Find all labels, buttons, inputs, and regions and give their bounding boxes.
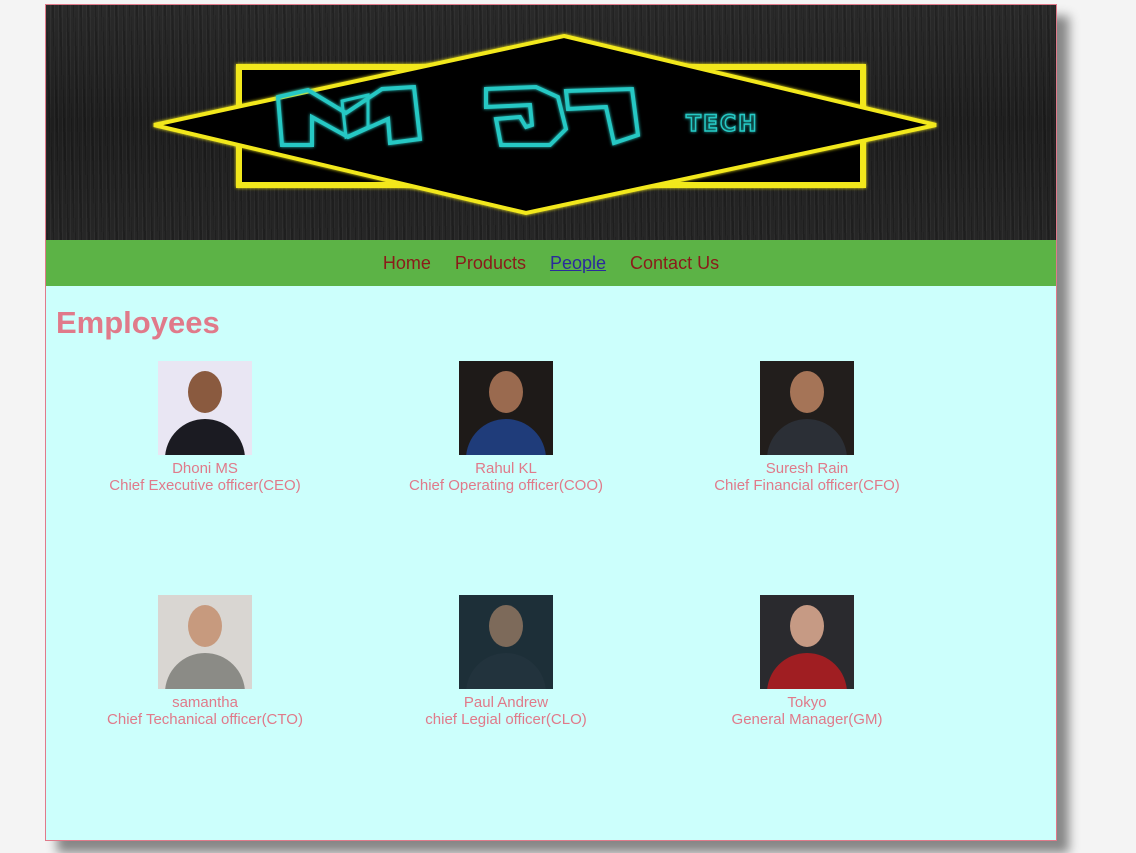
header-banner: TECH [46, 5, 1056, 240]
employee-role: Chief Techanical officer(CTO) [107, 711, 303, 728]
employee-card: Paul Andrew chief Legial officer(CLO) [356, 595, 656, 728]
employee-card: Dhoni MS Chief Executive officer(CEO) [55, 361, 355, 494]
nav-link-home[interactable]: Home [383, 253, 431, 274]
logo-tech-text: TECH [686, 112, 759, 137]
employee-photo [760, 361, 854, 455]
employee-name: samantha [172, 694, 238, 711]
employee-role: chief Legial officer(CLO) [425, 711, 587, 728]
employee-name: Tokyo [787, 694, 827, 711]
page-title: Employees [56, 305, 220, 340]
employee-name: Paul Andrew [463, 694, 549, 711]
main-navbar: Home Products People Contact Us [46, 240, 1056, 286]
nav-link-people[interactable]: People [550, 253, 606, 274]
employee-photo [760, 595, 854, 689]
employee-card: Tokyo General Manager(GM) [657, 595, 957, 728]
company-logo: TECH [153, 33, 937, 216]
employee-photo [158, 595, 252, 689]
nav-link-products[interactable]: Products [455, 253, 526, 274]
employee-role: General Manager(GM) [731, 711, 883, 728]
employee-photo [459, 361, 553, 455]
page-container: TECH Home Products People Contact Us Emp… [45, 4, 1057, 841]
employee-role: Chief Financial officer(CFO) [714, 477, 900, 494]
employee-role: Chief Operating officer(COO) [409, 477, 603, 494]
employee-role: Chief Executive officer(CEO) [109, 477, 301, 494]
employee-card: samantha Chief Techanical officer(CTO) [55, 595, 355, 728]
employee-photo [158, 361, 252, 455]
employee-name: Suresh Rain [765, 460, 849, 477]
employee-name: Dhoni MS [172, 460, 238, 477]
employee-name: Rahul KL [475, 460, 537, 477]
employee-card: Suresh Rain Chief Financial officer(CFO) [657, 361, 957, 494]
employee-photo [459, 595, 553, 689]
nav-link-contact-us[interactable]: Contact Us [630, 253, 719, 274]
employee-card: Rahul KL Chief Operating officer(COO) [356, 361, 656, 494]
